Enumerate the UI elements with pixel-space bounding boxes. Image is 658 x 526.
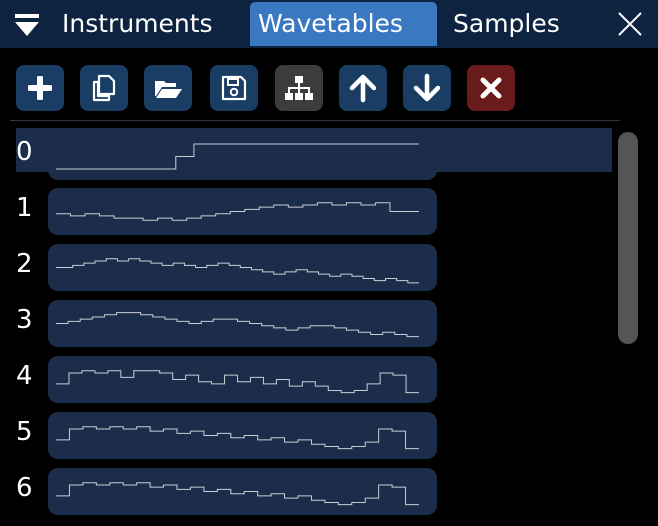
wavetable-preview[interactable] (48, 244, 437, 291)
wavetable-preview[interactable] (48, 300, 437, 347)
waveform-line (56, 258, 419, 284)
wavetable-index: 3 (16, 305, 33, 335)
delete-button[interactable] (467, 65, 515, 111)
hierarchy-button[interactable] (275, 65, 323, 111)
add-button[interactable] (16, 65, 64, 111)
wavetable-list: 0 1 2 3 4 5 6 (0, 126, 612, 526)
duplicate-button[interactable] (80, 65, 128, 111)
save-icon (221, 75, 247, 101)
waveform-graph (56, 370, 419, 394)
plus-icon (28, 76, 52, 100)
scrollbar-thumb[interactable] (618, 132, 638, 344)
wavetable-index: 6 (16, 473, 33, 503)
toolbar (0, 48, 658, 120)
wavetable-index: 4 (16, 361, 33, 391)
waveform-graph (56, 426, 419, 450)
tab-wavetables[interactable]: Wavetables (250, 2, 437, 46)
waveform-graph (56, 312, 419, 338)
waveform-line (56, 143, 419, 170)
tab-samples[interactable]: Samples (445, 2, 605, 46)
open-button[interactable] (144, 65, 192, 111)
wavetable-row[interactable]: 6 (0, 462, 612, 518)
waveform-graph (56, 143, 419, 170)
sitemap-icon (285, 76, 313, 100)
wavetable-preview[interactable] (48, 356, 437, 403)
arrow-up-icon (349, 74, 377, 103)
duplicate-icon (92, 74, 116, 102)
folder-open-icon (155, 81, 182, 98)
wavetable-row[interactable]: 0 (0, 126, 612, 182)
waveform-graph (56, 258, 419, 284)
menu-triangle-icon[interactable] (14, 12, 40, 38)
arrow-down-icon (413, 73, 441, 102)
waveform-line (56, 202, 419, 221)
wavetable-index: 1 (16, 193, 33, 223)
wavetable-row[interactable]: 1 (0, 182, 612, 238)
wavetable-row[interactable]: 3 (0, 294, 612, 350)
wavetable-preview[interactable] (48, 128, 437, 180)
waveform-line (56, 370, 419, 394)
waveform-graph (56, 202, 419, 221)
wavetable-row[interactable]: 4 (0, 350, 612, 406)
move-down-button[interactable] (403, 65, 451, 111)
tab-instruments[interactable]: Instruments (56, 2, 244, 46)
wavetable-preview[interactable] (48, 188, 437, 235)
tab-bar: Instruments Wavetables Samples (0, 0, 658, 48)
waveform-line (56, 312, 419, 338)
toolbar-divider (10, 120, 620, 121)
close-icon[interactable] (616, 10, 644, 38)
wavetable-preview[interactable] (48, 412, 437, 459)
wavetable-row[interactable]: 2 (0, 238, 612, 294)
waveform-line (56, 426, 419, 450)
wavetable-index: 0 (16, 137, 33, 167)
wavetable-index: 2 (16, 249, 33, 279)
delete-x-icon (480, 77, 502, 99)
wavetable-index: 5 (16, 417, 33, 447)
wavetable-row[interactable]: 5 (0, 406, 612, 462)
waveform-graph (56, 482, 419, 506)
waveform-line (56, 482, 419, 506)
save-button[interactable] (210, 65, 258, 111)
move-up-button[interactable] (339, 65, 387, 111)
wavetable-preview[interactable] (48, 468, 437, 515)
